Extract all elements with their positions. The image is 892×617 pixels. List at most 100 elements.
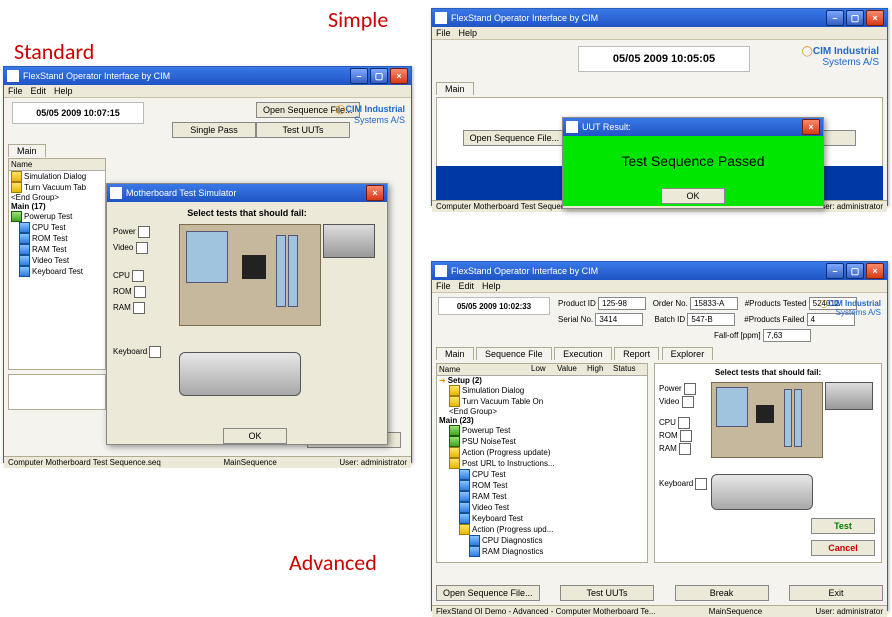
menu-file[interactable]: File [8,86,23,96]
check-rom[interactable] [134,286,146,298]
minimize-button[interactable]: – [826,263,844,279]
test-button[interactable]: Test [811,518,875,534]
tree-item[interactable]: <End Group> [11,193,59,202]
datetime-display: 05/05 2009 10:07:15 [12,102,144,124]
tree-item[interactable]: CPU Test [472,470,506,479]
check-keyboard[interactable] [149,346,161,358]
check-video[interactable] [682,396,694,408]
check-ram[interactable] [679,443,691,455]
ok-button[interactable]: OK [223,428,287,444]
app-icon [435,265,447,277]
tab-main[interactable]: Main [436,82,474,95]
menu-help[interactable]: Help [54,86,73,96]
check-power[interactable] [684,383,696,395]
check-video[interactable] [136,242,148,254]
sequence-tree[interactable]: Name Simulation Dialog Turn Vacuum Tab <… [8,158,106,370]
tree-item[interactable]: Simulation Dialog [462,386,524,395]
tree-item[interactable]: <End Group> [449,407,497,416]
tab-sequence-file[interactable]: Sequence File [476,347,552,360]
menu-file[interactable]: File [436,281,451,291]
sequence-table[interactable]: Name Low Value High Status ➔Setup (2) Si… [436,363,648,563]
close-button[interactable]: × [866,263,884,279]
maximize-button[interactable]: ▢ [846,10,864,26]
tab-main[interactable]: Main [8,144,46,157]
tree-item[interactable]: Powerup Test [462,426,510,435]
tab-execution[interactable]: Execution [554,347,612,360]
tab-main[interactable]: Main [436,347,474,360]
close-button[interactable]: × [866,10,884,26]
check-power[interactable] [138,226,150,238]
minimize-button[interactable]: – [350,68,368,84]
step-icon [459,469,470,480]
tree-item[interactable]: ROM Test [472,481,507,490]
minimize-button[interactable]: – [826,10,844,26]
input-serial-no[interactable]: 3414 [595,313,643,326]
close-button[interactable]: × [390,68,408,84]
status-seq: Computer Motherboard Test Sequence.seq [8,458,161,467]
step-icon [19,244,30,255]
dialog-close-button[interactable]: × [802,119,820,135]
tree-group[interactable]: Setup (2) [448,376,482,385]
maximize-button[interactable]: ▢ [846,263,864,279]
lbl-products-failed: #Products Failed [744,315,804,324]
tree-item[interactable]: Post URL to Instructions... [462,459,555,468]
tree-item[interactable]: CPU Test [32,223,66,232]
ok-button[interactable]: OK [661,188,725,204]
tree-item[interactable]: CPU Diagnostics [482,536,542,545]
tree-item[interactable]: Action (Progress update) [462,448,551,457]
simulator-panel: Select tests that should fail: Power Vid… [654,363,882,563]
menu-file[interactable]: File [436,28,451,38]
tree-item[interactable]: Turn Vacuum Tab [24,183,86,192]
tree-item[interactable]: PSU NoiseTest [462,437,516,446]
menu-edit[interactable]: Edit [31,86,47,96]
tree-item[interactable]: Turn Vacuum Table On [462,397,543,406]
menu-edit[interactable]: Edit [459,281,475,291]
datetime-display: 05/05 2009 10:02:33 [438,297,550,315]
tree-item[interactable]: Keyboard Test [32,267,83,276]
input-batch-id[interactable]: 547-B [687,313,735,326]
input-product-id[interactable]: 125-98 [598,297,646,310]
cancel-button[interactable]: Cancel [811,540,875,556]
exit-button[interactable]: Exit [789,585,883,601]
check-keyboard[interactable] [695,478,707,490]
lbl-serial-no: Serial No. [558,315,593,324]
tree-item[interactable]: Action (Progress upd... [472,525,553,534]
tree-group[interactable]: Main (17) [11,202,46,211]
check-ram[interactable] [133,302,145,314]
input-falloff[interactable]: 7,63 [763,329,811,342]
tree-item[interactable]: Keyboard Test [472,514,523,523]
tree-item[interactable]: RAM Diagnostics [482,547,543,556]
tab-explorer[interactable]: Explorer [662,347,714,360]
test-uuts-button[interactable]: Test UUTs [560,585,654,601]
step-icon [19,222,30,233]
col-high: High [587,364,613,375]
window-advanced: FlexStand Operator Interface by CIM – ▢ … [431,261,888,611]
open-sequence-button[interactable]: Open Sequence File... [436,585,540,601]
label-advanced: Advanced [289,549,377,576]
menu-help[interactable]: Help [482,281,501,291]
opt-label: Power [659,384,682,393]
step-icon [459,502,470,513]
menu-help[interactable]: Help [459,28,478,38]
open-sequence-button[interactable]: Open Sequence File... [463,130,567,146]
check-cpu[interactable] [678,417,690,429]
lbl-order-no: Order No. [653,299,688,308]
tab-report[interactable]: Report [614,347,659,360]
break-button[interactable]: Break [675,585,769,601]
statusbar: FlexStand OI Demo - Advanced - Computer … [432,605,887,617]
tree-item[interactable]: Video Test [472,503,509,512]
tree-group[interactable]: Main (23) [439,416,474,425]
tree-item[interactable]: RAM Test [32,245,67,254]
input-order-no[interactable]: 15833-A [690,297,738,310]
single-pass-button[interactable]: Single Pass [172,122,256,138]
dialog-close-button[interactable]: × [366,185,384,201]
maximize-button[interactable]: ▢ [370,68,388,84]
tree-item[interactable]: Video Test [32,256,69,265]
opt-label: ROM [659,431,678,440]
tree-item[interactable]: Simulation Dialog [24,172,86,181]
tree-item[interactable]: Powerup Test [24,212,72,221]
check-cpu[interactable] [132,270,144,282]
check-rom[interactable] [680,430,692,442]
tree-item[interactable]: ROM Test [32,234,67,243]
tree-item[interactable]: RAM Test [472,492,507,501]
